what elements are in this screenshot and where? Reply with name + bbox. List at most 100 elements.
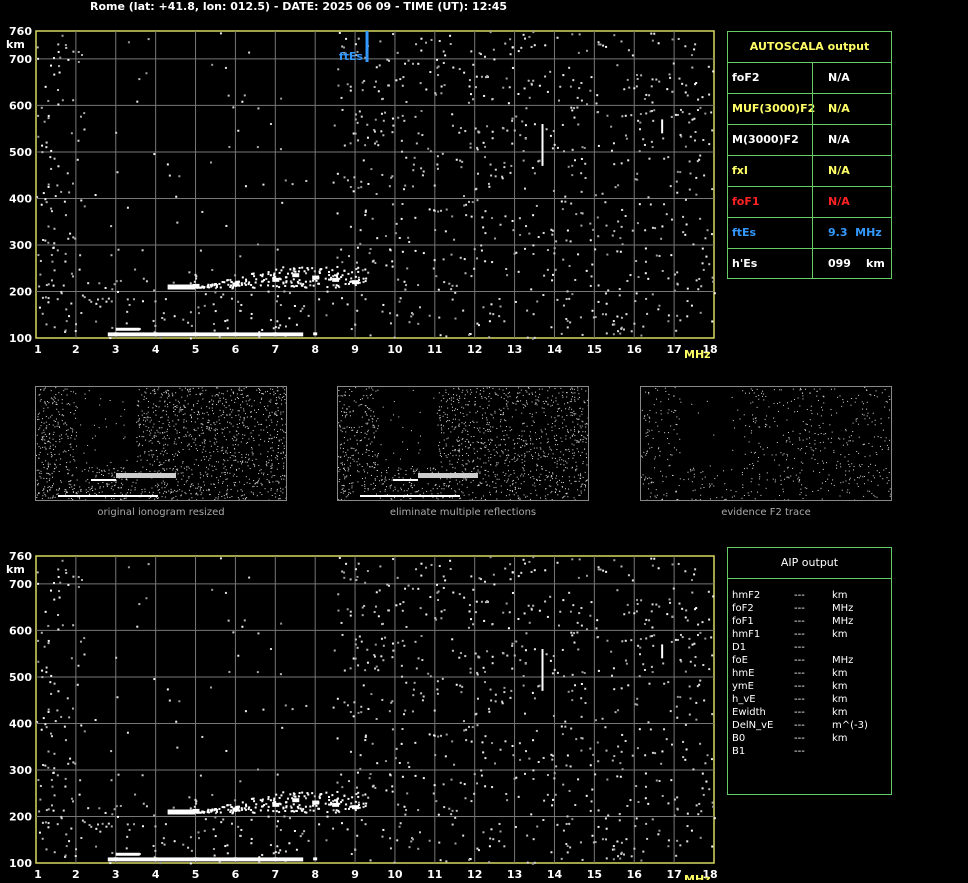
noise-dot [154,324,157,327]
thumb-dot [40,388,42,390]
thumb-dot [271,459,273,461]
thumb-dot [539,484,541,486]
thumb-dot [458,488,460,490]
thumb-dot [849,477,851,479]
thumb-dot [535,469,537,471]
thumb-dot [583,436,585,438]
thumb-dot [486,422,488,424]
noise-dot [387,84,390,87]
thumb-dot [43,477,45,479]
thumb-dot [525,496,527,498]
thumb-dot [242,460,244,462]
thumb-dot [658,431,660,433]
thumb-dot [692,490,694,492]
thumb-dot [246,497,248,499]
thumb-dot [403,484,405,486]
noise-dot [489,312,492,315]
noise-dot [279,324,282,327]
thumb-dot [166,431,168,433]
thumb-dot [275,413,277,415]
thumb-dot [339,444,341,446]
thumb-dot [248,438,250,440]
thumb-dot [208,490,210,492]
thumb-dot [283,467,285,469]
thumb-dot [442,415,444,417]
thumb-dot [505,473,507,475]
noise-dot [445,335,448,338]
thumb-dot [350,427,352,429]
noise-dot [214,310,217,313]
thumb-dot [135,482,137,484]
thumb-dot [361,416,363,418]
noise-dot [195,275,198,278]
thumb-dot [560,387,562,389]
noise-dot [461,160,464,163]
thumb-dot [532,484,534,486]
thumb-dot [98,492,100,494]
thumb-dot [180,494,182,496]
thumb-dot [528,474,530,476]
thumb-dot [509,461,511,463]
thumb-dot [555,419,557,421]
thumb-dot [388,467,390,469]
trace-point [324,277,327,280]
thumb-dot [888,417,890,419]
noise-dot [430,563,433,566]
thumb-dot [199,477,201,479]
thumb-dot [75,405,77,407]
thumb-dot [832,479,834,481]
thumb-dot [874,464,876,466]
thumb-dot [230,423,232,425]
thumb-dot [461,455,463,457]
noise-dot [586,49,589,52]
thumb-dot [466,486,468,488]
thumb-dot [345,415,347,417]
thumb-dot [452,394,454,396]
thumb-dot [183,436,185,438]
thumb-dot [451,488,453,490]
thumb-dot [88,487,90,489]
thumb-dot [856,450,858,452]
thumb-dot [577,474,579,476]
thumb-dot [230,389,232,391]
thumb-dot [848,440,850,442]
noise-dot [354,323,357,326]
noise-dot [301,307,304,310]
noise-dot [354,113,357,116]
thumb-dot [819,442,821,444]
thumb-dot [582,431,584,433]
thumb-dot [488,429,490,431]
thumb-dot [453,400,455,402]
thumb-dot [138,444,140,446]
noise-dot [57,89,60,92]
thumb-dot [484,498,486,500]
thumb-dot [219,423,221,425]
thumb-dot [532,393,534,395]
thumb-dot [46,472,48,474]
noise-dot [627,49,630,52]
thumb-dot [258,423,260,425]
thumb-dot [243,410,245,412]
thumb-dot [484,446,486,448]
noise-dot [250,293,253,296]
thumb-dot [274,493,276,495]
thumb-dot [360,432,362,434]
thumb-dot [161,463,163,465]
thumb-dot [245,442,247,444]
thumb-dot [128,489,130,491]
noise-dot [630,114,633,117]
thumb-dot [251,448,253,450]
thumb-dot [250,491,252,493]
trace-point [292,278,295,281]
thumb-dot [666,492,668,494]
noise-dot [562,304,565,307]
thumb-dot [184,492,186,494]
noise-dot [484,76,487,79]
noise-dot [414,216,417,219]
thumb-dot [96,467,98,469]
thumb-dot [44,486,46,488]
thumb-dot [538,400,540,402]
noise-dot [41,312,44,315]
thumb-dot [208,407,210,409]
thumb-dot [515,403,517,405]
